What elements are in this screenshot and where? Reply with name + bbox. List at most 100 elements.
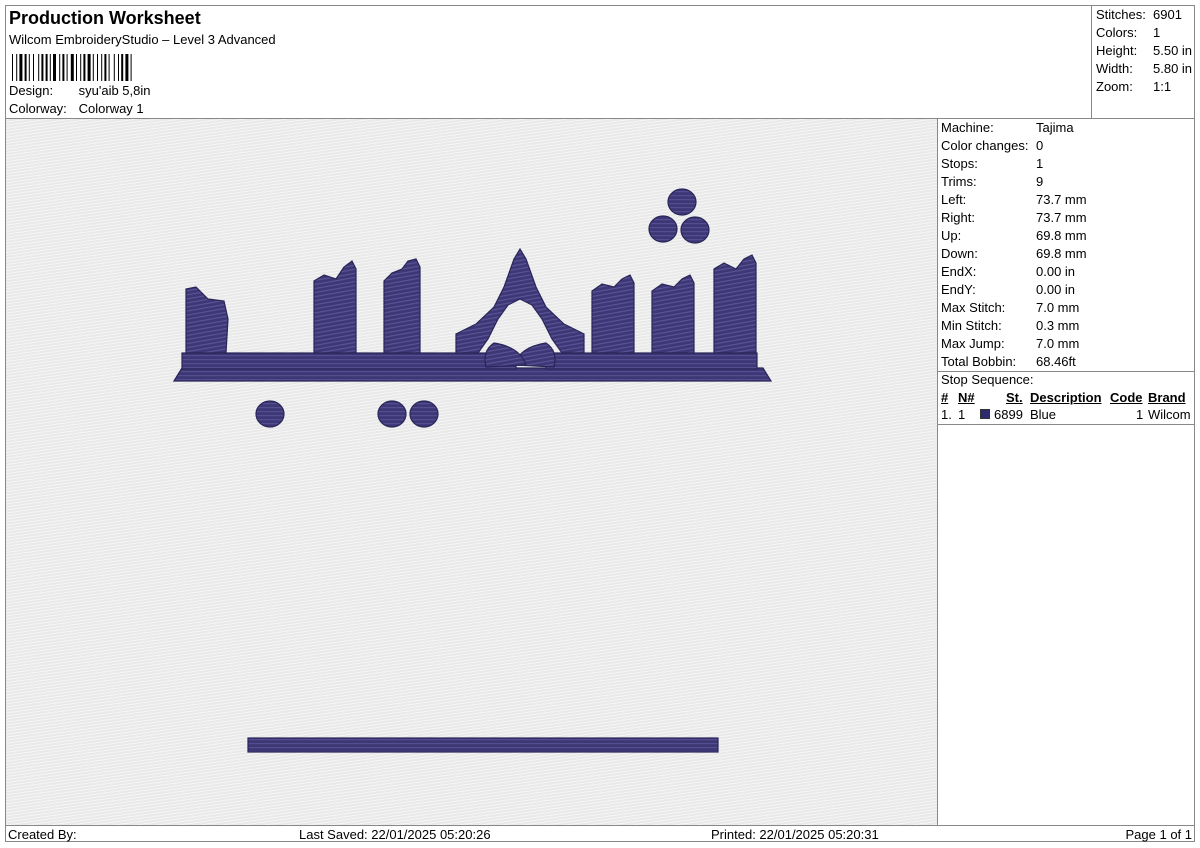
row-index: 1. — [941, 407, 952, 422]
col-header-brand: Brand — [1148, 390, 1186, 405]
info-machine: Machine: Tajima — [941, 120, 1074, 135]
stat-label: Width: — [1096, 61, 1133, 76]
col-header-description: Description — [1030, 390, 1102, 405]
barcode-bar — [70, 54, 74, 81]
info-max-stitch: Max Stitch: 7.0 mm — [941, 300, 1079, 315]
barcode-bar — [38, 54, 40, 81]
stop-sequence-title: Stop Sequence: — [941, 372, 1034, 387]
info-value: 7.0 mm — [1036, 300, 1080, 315]
colorway-value: Colorway 1 — [78, 101, 144, 116]
row-stitch: 6899 — [994, 407, 1023, 422]
row-brand: Wilcom — [1148, 407, 1191, 422]
stat-label: Height: — [1096, 43, 1138, 58]
thread-color-swatch — [980, 409, 990, 419]
info-value: 1 — [1036, 156, 1044, 171]
info-label: Total Bobbin: — [941, 354, 1017, 369]
embroidery-design — [172, 188, 773, 753]
stat-stitches: Stitches: 6901 — [1096, 7, 1182, 22]
barcode-bar — [16, 54, 18, 81]
info-label: Up: — [941, 228, 962, 243]
stat-width: Width: 5.80 in — [1096, 61, 1192, 76]
info-value: 69.8 mm — [1036, 246, 1087, 261]
barcode-bar — [83, 54, 86, 81]
stat-height: Height: 5.50 in — [1096, 43, 1192, 58]
barcode-bar — [41, 54, 44, 81]
col-header-n: N# — [958, 390, 975, 405]
col-header-code: Code — [1110, 390, 1143, 405]
barcode-bar — [80, 54, 82, 81]
info-label: Max Jump: — [941, 336, 1005, 351]
row-code: 1 — [1136, 407, 1144, 422]
info-value: 0.3 mm — [1036, 318, 1080, 333]
design-label: Design: — [9, 83, 54, 98]
info-value: 0 — [1036, 138, 1044, 153]
stat-label: Colors: — [1096, 25, 1138, 40]
stat-value: 6901 — [1153, 7, 1182, 22]
barcode-bar — [33, 54, 34, 81]
barcode-bar — [62, 54, 65, 81]
barcode-bar — [45, 54, 48, 81]
info-trims: Trims: 9 — [941, 174, 1043, 189]
barcode-bar — [101, 54, 103, 81]
page-title: Production Worksheet — [9, 8, 201, 28]
info-value: 68.46ft — [1036, 354, 1076, 369]
info-right: Right: 73.7 mm — [941, 210, 1087, 225]
barcode-bar — [19, 54, 23, 81]
info-value: Tajima — [1036, 120, 1074, 135]
footer-page-number: Page 1 of 1 — [1125, 827, 1193, 842]
info-label: Color changes: — [941, 138, 1029, 153]
barcode-bar — [118, 54, 119, 81]
barcode — [12, 54, 132, 81]
footer-created-by: Created By: — [8, 827, 77, 842]
stat-label: Zoom: — [1096, 79, 1133, 94]
info-min-stitch: Min Stitch: 0.3 mm — [941, 318, 1079, 333]
footer-printed: Printed: 22/01/2025 05:20:31 — [711, 827, 879, 842]
info-label: Max Stitch: — [941, 300, 1006, 315]
col-header-stitch: St. — [1006, 390, 1023, 405]
info-value: 0.00 in — [1036, 282, 1076, 297]
barcode-bar — [121, 54, 124, 81]
design-row: Design: syu'aib 5,8in — [9, 83, 151, 98]
stat-label: Stitches: — [1096, 7, 1146, 22]
stat-value: 1:1 — [1153, 79, 1172, 94]
barcode-bar — [104, 54, 107, 81]
worksheet-footer: Created By: Last Saved: 22/01/2025 05:20… — [6, 825, 1195, 843]
barcode-bar — [97, 54, 98, 81]
info-up: Up: 69.8 mm — [941, 228, 1087, 243]
info-label: EndY: — [941, 282, 976, 297]
barcode-bar — [49, 54, 51, 81]
design-preview-canvas[interactable] — [6, 119, 937, 825]
worksheet-header: Production Worksheet Wilcom EmbroiderySt… — [6, 6, 1092, 118]
embroidery-text-shape — [172, 247, 773, 382]
barcode-bar — [53, 54, 56, 81]
stat-zoom: Zoom: 1:1 — [1096, 79, 1171, 94]
barcode-bar — [87, 54, 91, 81]
barcode-bar — [125, 54, 129, 81]
info-value: 73.7 mm — [1036, 192, 1087, 207]
software-subtitle: Wilcom EmbroideryStudio – Level 3 Advanc… — [9, 32, 276, 47]
barcode-bar — [76, 54, 77, 81]
info-total-bobbin: Total Bobbin: 68.46ft — [941, 354, 1076, 369]
info-value: 73.7 mm — [1036, 210, 1087, 225]
info-value: 69.8 mm — [1036, 228, 1087, 243]
info-stops: Stops: 1 — [941, 156, 1043, 171]
colorway-row: Colorway: Colorway 1 — [9, 101, 144, 116]
stat-colors: Colors: 1 — [1096, 25, 1160, 40]
barcode-bar — [113, 54, 115, 81]
row-description: Blue — [1030, 407, 1057, 422]
table-row-divider — [938, 424, 1195, 425]
row-n: 1 — [958, 407, 966, 422]
info-label: Trims: — [941, 174, 977, 189]
info-color-changes: Color changes: 0 — [941, 138, 1043, 153]
info-left: Left: 73.7 mm — [941, 192, 1087, 207]
barcode-bar — [12, 54, 13, 81]
info-max-jump: Max Jump: 7.0 mm — [941, 336, 1079, 351]
info-label: Down: — [941, 246, 978, 261]
footer-last-saved: Last Saved: 22/01/2025 05:20:26 — [299, 827, 491, 842]
stat-value: 5.50 in — [1153, 43, 1193, 58]
col-header-index: # — [941, 390, 949, 405]
barcode-bar — [28, 54, 30, 81]
info-endy: EndY: 0.00 in — [941, 282, 1075, 297]
design-value: syu'aib 5,8in — [78, 83, 151, 98]
barcode-bar — [24, 54, 27, 81]
